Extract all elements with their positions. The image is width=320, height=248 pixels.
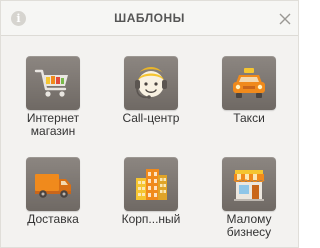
label-line: магазин [30, 124, 76, 138]
small-shop-icon [233, 170, 265, 201]
label-line: Доставка [27, 212, 79, 226]
label-line: Корп...ный [121, 212, 181, 226]
dialog-header: i ШАБЛОНЫ [1, 1, 298, 36]
template-delivery-icon-box [26, 157, 80, 211]
label-line: бизнесу [226, 225, 272, 239]
office-buildings-icon [136, 169, 167, 200]
call-center-operator-icon [135, 67, 167, 99]
template-online-store[interactable]: Интернет магазин [13, 56, 93, 138]
template-taxi[interactable]: Такси [209, 56, 289, 125]
template-delivery-label: Доставка [13, 213, 93, 226]
template-small-business[interactable]: Малому бизнесу [209, 157, 289, 239]
template-call-center-label: Call-центр [111, 112, 191, 125]
template-call-center-icon-box [124, 56, 178, 110]
taxi-icon [233, 68, 265, 98]
shopping-cart-icon [34, 69, 68, 97]
template-small-business-label: Малому бизнесу [209, 213, 289, 239]
dialog-title: ШАБЛОНЫ [114, 11, 185, 25]
close-icon[interactable] [278, 12, 292, 26]
label-line: Call-центр [122, 111, 180, 125]
templates-dialog: i ШАБЛОНЫ Интернет магазин Call-центр Та… [0, 0, 299, 248]
template-delivery[interactable]: Доставка [13, 157, 93, 226]
template-corporate-icon-box [124, 157, 178, 211]
template-taxi-icon-box [222, 56, 276, 110]
delivery-truck-icon [35, 174, 71, 198]
template-corporate[interactable]: Корп...ный [111, 157, 191, 226]
template-online-store-label: Интернет магазин [13, 112, 93, 138]
label-line: Такси [233, 111, 265, 125]
template-call-center[interactable]: Call-центр [111, 56, 191, 125]
template-online-store-icon-box [26, 56, 80, 110]
template-small-business-icon-box [222, 157, 276, 211]
template-taxi-label: Такси [209, 112, 289, 125]
template-corporate-label: Корп...ный [111, 213, 191, 226]
